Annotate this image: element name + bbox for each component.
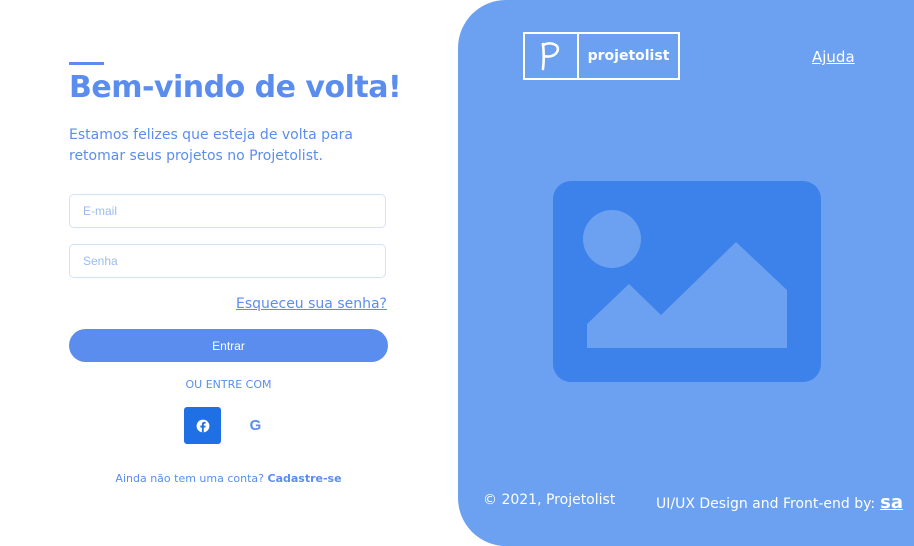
facebook-icon	[196, 419, 209, 432]
image-placeholder-icon	[553, 181, 821, 382]
google-login-button[interactable]: G	[237, 407, 274, 444]
credit-label: UI/UX Design and Front-end by:	[656, 496, 876, 512]
email-field[interactable]	[69, 194, 386, 228]
logo[interactable]: projetolist	[523, 32, 680, 80]
login-button[interactable]: Entrar	[69, 329, 388, 362]
signup-prompt-text: Ainda não tem uma conta?	[115, 472, 264, 485]
signup-link[interactable]: Cadastre-se	[268, 472, 342, 485]
credit-logo[interactable]: sa	[880, 492, 903, 513]
help-link[interactable]: Ajuda	[812, 48, 855, 66]
logo-letter-icon	[541, 42, 560, 71]
title-accent-line	[69, 62, 104, 65]
social-divider-label: OU ENTRE COM	[185, 378, 272, 391]
facebook-login-button[interactable]	[184, 407, 221, 444]
copyright-text: © 2021, Projetolist	[483, 492, 616, 508]
signup-prompt: Ainda não tem uma conta? Cadastre-se	[69, 472, 388, 485]
password-field[interactable]	[69, 244, 386, 278]
logo-mark	[525, 34, 579, 78]
page-title: Bem-vindo de volta!	[69, 70, 402, 105]
forgot-password-link[interactable]: Esqueceu sua senha?	[236, 296, 387, 312]
google-icon: G	[249, 417, 262, 434]
brand-panel: projetolist Ajuda © 2021, Projetolist UI…	[458, 0, 914, 546]
page-subtitle: Estamos felizes que esteja de volta para…	[69, 127, 353, 164]
credit-text: UI/UX Design and Front-end by: sa	[656, 492, 903, 513]
login-section: Bem-vindo de volta! Estamos felizes que …	[0, 0, 458, 546]
logo-name: projetolist	[587, 48, 670, 64]
